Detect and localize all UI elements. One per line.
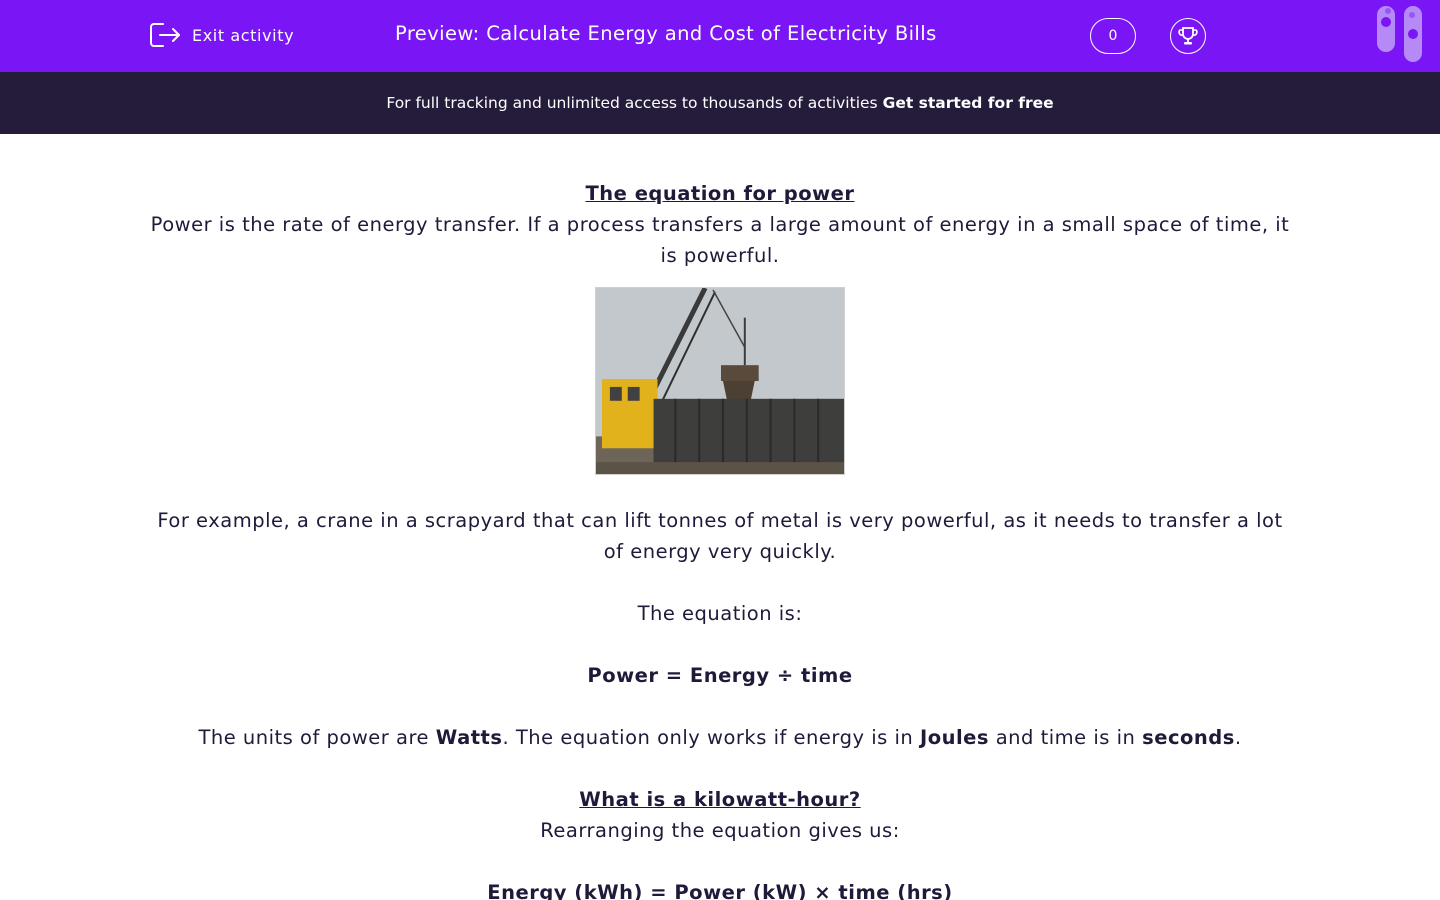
section-heading-kilowatt-hour: What is a kilowatt-hour? bbox=[579, 788, 861, 811]
page-title: Preview: Calculate Energy and Cost of El… bbox=[395, 22, 937, 45]
trophy-icon bbox=[1178, 27, 1198, 45]
power-equation: Power = Energy ÷ time bbox=[587, 664, 853, 687]
units-text-3: and time is in bbox=[989, 726, 1143, 749]
units-text-4: . bbox=[1234, 726, 1242, 749]
units-paragraph: The units of power are Watts. The equati… bbox=[150, 722, 1290, 753]
exit-icon bbox=[150, 23, 180, 47]
units-text-2: . The equation only works if energy is i… bbox=[502, 726, 920, 749]
section-heading-power: The equation for power bbox=[585, 182, 855, 205]
rearranged-equation: Energy (kWh) = Power (kW) × time (hrs) bbox=[487, 881, 953, 900]
intro-paragraph: Power is the rate of energy transfer. If… bbox=[150, 213, 1290, 267]
banner-text: For full tracking and unlimited access t… bbox=[386, 94, 878, 112]
trophy-button[interactable] bbox=[1170, 18, 1206, 54]
crane-scrapyard-photo bbox=[595, 287, 845, 475]
rearrange-paragraph: Rearranging the equation gives us: bbox=[540, 819, 900, 842]
units-text-1: The units of power are bbox=[198, 726, 436, 749]
exit-label: Exit activity bbox=[192, 25, 295, 45]
units-seconds: seconds bbox=[1142, 726, 1235, 749]
get-started-link[interactable]: Get started for free bbox=[883, 94, 1054, 112]
top-bar: Exit activity Preview: Calculate Energy … bbox=[0, 0, 1440, 72]
exit-activity-button[interactable]: Exit activity bbox=[149, 20, 294, 50]
test-tubes-logo bbox=[1377, 6, 1422, 62]
equation-intro: The equation is: bbox=[637, 602, 803, 625]
units-watts: Watts bbox=[435, 726, 503, 749]
lesson-content: The equation for power Power is the rate… bbox=[150, 178, 1290, 900]
score-badge: 0 bbox=[1090, 18, 1136, 54]
example-paragraph: For example, a crane in a scrapyard that… bbox=[157, 509, 1283, 563]
units-joules: Joules bbox=[919, 726, 990, 749]
signup-banner: For full tracking and unlimited access t… bbox=[0, 72, 1440, 134]
